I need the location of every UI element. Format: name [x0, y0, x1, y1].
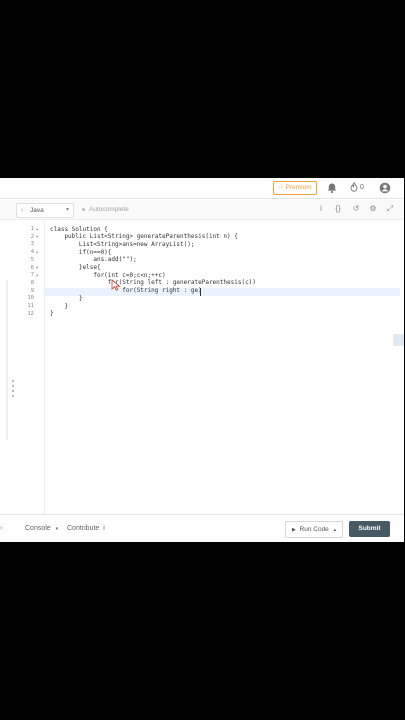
fold-toggle-icon[interactable]: ▾ — [36, 265, 38, 271]
line-number: 1 — [30, 226, 34, 232]
toggle-dot-icon — [82, 207, 85, 211]
line-number: 6 — [30, 264, 34, 271]
premium-button[interactable]: ☆ Premium — [273, 181, 317, 195]
line-number: 5 — [30, 256, 34, 263]
info-icon[interactable]: i — [315, 203, 327, 215]
fold-toggle-icon[interactable]: ▾ — [36, 227, 38, 233]
code-line[interactable]: ans.add(""); — [50, 256, 136, 263]
panel-resize-handle[interactable] — [12, 380, 15, 402]
fullscreen-icon[interactable]: ⤢ — [384, 203, 396, 215]
language-label: Java — [30, 207, 44, 214]
premium-label: Premium — [285, 184, 312, 191]
braces-icon[interactable]: {} — [332, 203, 344, 215]
line-number: 2 — [30, 233, 34, 240]
reset-icon[interactable]: ↺ — [350, 203, 362, 215]
code-line[interactable]: if(n==0){ — [50, 249, 112, 256]
top-navigation-bar: ☆ Premium 0 — [0, 178, 404, 199]
line-number: 4 — [30, 249, 34, 256]
settings-icon[interactable]: ⚙ — [367, 203, 379, 215]
code-line[interactable]: } — [50, 303, 68, 310]
side-panel-tab[interactable] — [393, 334, 404, 346]
code-editor[interactable]: 1 ▾ class Solution {2 ▾ public List<String>… — [0, 220, 404, 514]
bottom-action-bar: › Console ▾ Contribute i ▶ Run Code ▴ Su… — [0, 514, 404, 542]
code-line[interactable]: class Solution { — [50, 226, 108, 233]
play-icon: ▶ — [291, 527, 296, 533]
run-code-button[interactable]: ▶ Run Code ▴ — [285, 521, 343, 538]
autocomplete-label: Autocomplete — [89, 206, 129, 213]
contribute-label: Contribute — [67, 525, 100, 532]
autocomplete-toggle[interactable]: Autocomplete — [82, 204, 129, 216]
line-number: 3 — [30, 241, 34, 248]
bell-icon[interactable] — [326, 182, 338, 194]
fire-icon — [350, 180, 358, 192]
line-number: 12 — [27, 310, 34, 317]
code-line[interactable]: List<String>ans=new ArrayList(); — [50, 241, 195, 248]
run-code-label: Run Code — [299, 526, 329, 533]
chevron-left-icon: ‹ — [21, 207, 24, 214]
line-number: 8 — [30, 279, 34, 286]
chevron-right-icon[interactable]: › — [0, 523, 8, 535]
line-number: 11 — [27, 303, 34, 309]
user-avatar-icon[interactable] — [379, 182, 391, 194]
mouse-pointer-icon — [111, 279, 121, 291]
text-cursor — [200, 288, 201, 296]
console-label: Console — [25, 525, 51, 532]
left-scrollbar[interactable] — [6, 280, 8, 440]
fold-toggle-icon[interactable]: ▾ — [36, 234, 38, 240]
fold-toggle-icon[interactable]: ▾ — [36, 250, 38, 256]
info-icon: i — [103, 525, 105, 532]
code-line[interactable]: for(String left : generateParenthesis(c)… — [50, 279, 256, 286]
streak-count: 0 — [359, 184, 364, 191]
chevron-down-icon: ▾ — [65, 207, 69, 213]
code-line[interactable]: }else{ — [50, 264, 101, 271]
console-button[interactable]: Console ▾ — [25, 523, 58, 535]
code-line[interactable]: for(String right : ge) — [50, 287, 201, 294]
language-select[interactable]: ‹ Java ▾ — [16, 203, 74, 218]
code-line[interactable]: } — [50, 310, 54, 317]
chevron-down-icon: ▾ — [55, 526, 59, 532]
code-line[interactable]: public List<String> generateParenthesis(… — [50, 233, 237, 240]
line-number: 9 — [30, 287, 34, 294]
fold-toggle-icon[interactable]: ▾ — [36, 273, 38, 279]
chevron-up-icon: ▴ — [333, 527, 337, 533]
star-icon: ☆ — [278, 184, 284, 191]
contribute-button[interactable]: Contribute i — [67, 523, 105, 535]
code-editor-app: ☆ Premium 0 ‹ Java ▾ Autocomplete i {} ↺… — [0, 178, 404, 542]
code-line[interactable]: } — [50, 295, 83, 302]
editor-toolbar: ‹ Java ▾ Autocomplete i {} ↺ ⚙ ⤢ — [0, 200, 404, 220]
streak-counter[interactable]: 0 — [350, 180, 364, 194]
line-number: 10 — [27, 295, 34, 302]
code-line[interactable]: for(int c=0;c<n;++c) — [50, 272, 165, 279]
line-number: 7 — [30, 272, 34, 279]
submit-button[interactable]: Submit — [349, 521, 390, 537]
